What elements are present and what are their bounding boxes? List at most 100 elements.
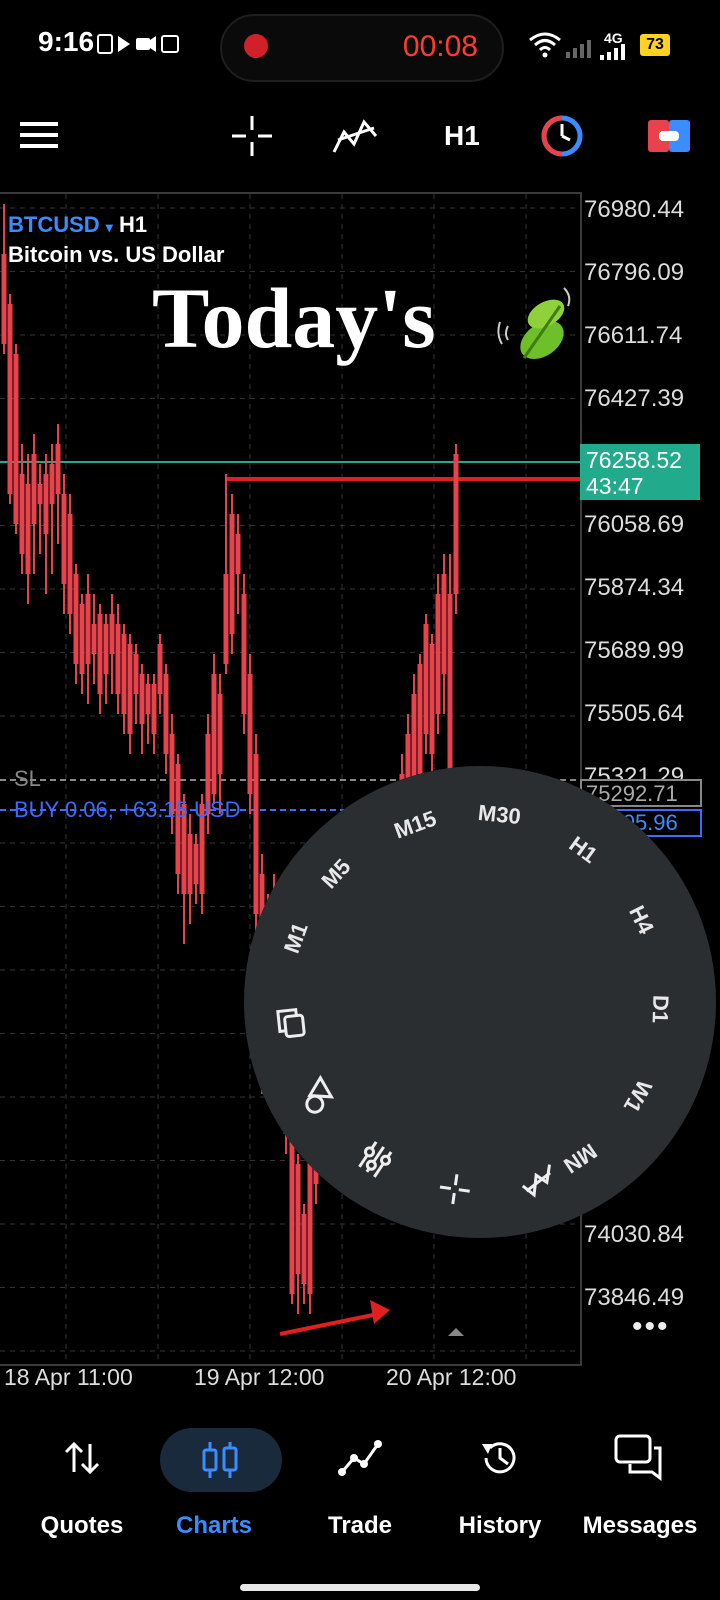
candle-body [115, 624, 121, 694]
current-price: 76258.52 [586, 447, 682, 473]
position-label[interactable]: BUY 0.06, +63.15 USD [14, 797, 240, 823]
price-label: 75505.64 [584, 700, 685, 727]
gesture-bar[interactable] [240, 1584, 480, 1591]
price-label: 76980.44 [584, 196, 685, 223]
timeframe-option-m1[interactable]: M1 [279, 919, 314, 957]
candle-body [157, 644, 163, 694]
screen-recording-pill[interactable]: 00:08 [220, 14, 504, 82]
indicators-icon[interactable] [350, 1133, 400, 1183]
candle-body [97, 614, 103, 694]
time-label: 20 Apr 12:00 [386, 1364, 517, 1390]
timeframe-option-m15[interactable]: M15 [391, 806, 440, 845]
candle-body [229, 514, 235, 634]
candle-body [235, 534, 241, 574]
candle-body [193, 844, 199, 884]
candle-body [109, 614, 115, 654]
current-price-tag: 76258.52 43:47 [580, 444, 700, 500]
bottom-navigation: Quotes Charts Trade History Messages [0, 1410, 720, 1550]
candle-body [31, 454, 37, 524]
objects-icon[interactable] [293, 1071, 342, 1120]
menu-icon[interactable] [20, 120, 58, 150]
status-notification-icons [97, 34, 179, 54]
symbol-timeframe: H1 [118, 212, 148, 237]
nav-charts[interactable]: Charts [144, 1410, 284, 1540]
candle-body [43, 474, 49, 534]
chart-type-icon[interactable] [515, 1158, 560, 1203]
price-label: 73846.49 [584, 1284, 685, 1311]
new-order-icon[interactable] [648, 116, 690, 156]
chart-symbol-header[interactable]: BTCUSD ▾ H1 [8, 212, 147, 238]
messages-icon [614, 1434, 662, 1481]
candle-body [1, 254, 7, 344]
one-click-trading-icon[interactable] [540, 114, 584, 158]
timeframe-option-m5[interactable]: M5 [316, 854, 356, 894]
nav-quotes-label: Quotes [40, 1512, 124, 1539]
candle-body [223, 574, 229, 664]
status-bar: 9:16 00:08 4G 73 [0, 0, 720, 92]
candle-body [211, 674, 217, 794]
scroll-marker [448, 1328, 464, 1336]
price-label: 76058.69 [584, 511, 685, 538]
symbol-name[interactable]: BTCUSD [8, 212, 100, 237]
crosshair-icon[interactable] [230, 114, 274, 158]
timeframe-option-h1[interactable]: H1 [564, 831, 601, 869]
price-label: 76611.74 [584, 322, 683, 349]
windows-icon[interactable] [273, 1002, 313, 1042]
candle-body [103, 624, 109, 674]
candle-body [19, 474, 25, 554]
nav-history-label: History [458, 1512, 542, 1539]
symbol-dropdown-icon[interactable]: ▾ [106, 219, 113, 235]
candle-body [13, 354, 19, 524]
candle-body [417, 664, 423, 774]
candles-icon [202, 1442, 238, 1478]
nav-history[interactable]: History [430, 1410, 570, 1540]
history-icon [482, 1442, 516, 1474]
candle-body [121, 634, 127, 714]
battery-indicator: 73 [640, 34, 670, 56]
timeframe-button[interactable]: H1 [444, 120, 480, 152]
candle-body [301, 1214, 307, 1284]
signal-weak-icon [566, 40, 591, 58]
candle-body [85, 594, 91, 664]
chart-toolbar: H1 [0, 100, 720, 176]
timeframe-option-m30[interactable]: M30 [476, 800, 522, 830]
candle-body [79, 604, 85, 674]
candle-body [187, 834, 193, 894]
wifi-icon [529, 32, 561, 58]
candle-body [151, 684, 157, 734]
candle-body [49, 464, 55, 504]
price-label: 76796.09 [584, 259, 685, 286]
candle-body [73, 574, 79, 664]
time-label: 18 Apr 11:00 [4, 1364, 133, 1390]
nav-trade-label: Trade [327, 1512, 393, 1539]
candle-body [295, 1164, 301, 1274]
price-label: 76427.39 [584, 385, 685, 412]
more-options-icon[interactable]: ••• [632, 1310, 670, 1344]
price-label: 74030.84 [584, 1221, 685, 1248]
candle-body [37, 484, 43, 504]
nav-messages[interactable]: Messages [570, 1410, 710, 1540]
nav-trade[interactable]: Trade [290, 1410, 430, 1540]
annotation-arrowhead [370, 1300, 390, 1324]
candle-body [241, 594, 247, 714]
trend-icon [338, 1440, 382, 1476]
candle-body [25, 484, 31, 574]
candle-body [453, 454, 459, 594]
candle-body [133, 654, 139, 694]
timeframe-option-w1[interactable]: W1 [618, 1075, 657, 1117]
timeframe-option-mn[interactable]: MN [559, 1137, 601, 1178]
timeframe-option-d1[interactable]: D1 [646, 994, 673, 1023]
candle-body [447, 594, 453, 774]
candle-body [55, 444, 61, 494]
video-overlay-text: Today's [152, 270, 436, 366]
symbol-description: Bitcoin vs. US Dollar [8, 242, 225, 267]
nav-quotes[interactable]: Quotes [12, 1410, 152, 1540]
timeframe-option-h4[interactable]: H4 [623, 901, 659, 938]
crosshair-icon[interactable] [433, 1168, 474, 1209]
stop-loss-label[interactable]: SL [14, 766, 41, 792]
candle-body [67, 514, 73, 614]
candle-body [429, 644, 435, 754]
indicators-icon[interactable] [332, 114, 378, 158]
annotation-arrow [279, 1312, 379, 1336]
signal-icon [600, 44, 625, 60]
